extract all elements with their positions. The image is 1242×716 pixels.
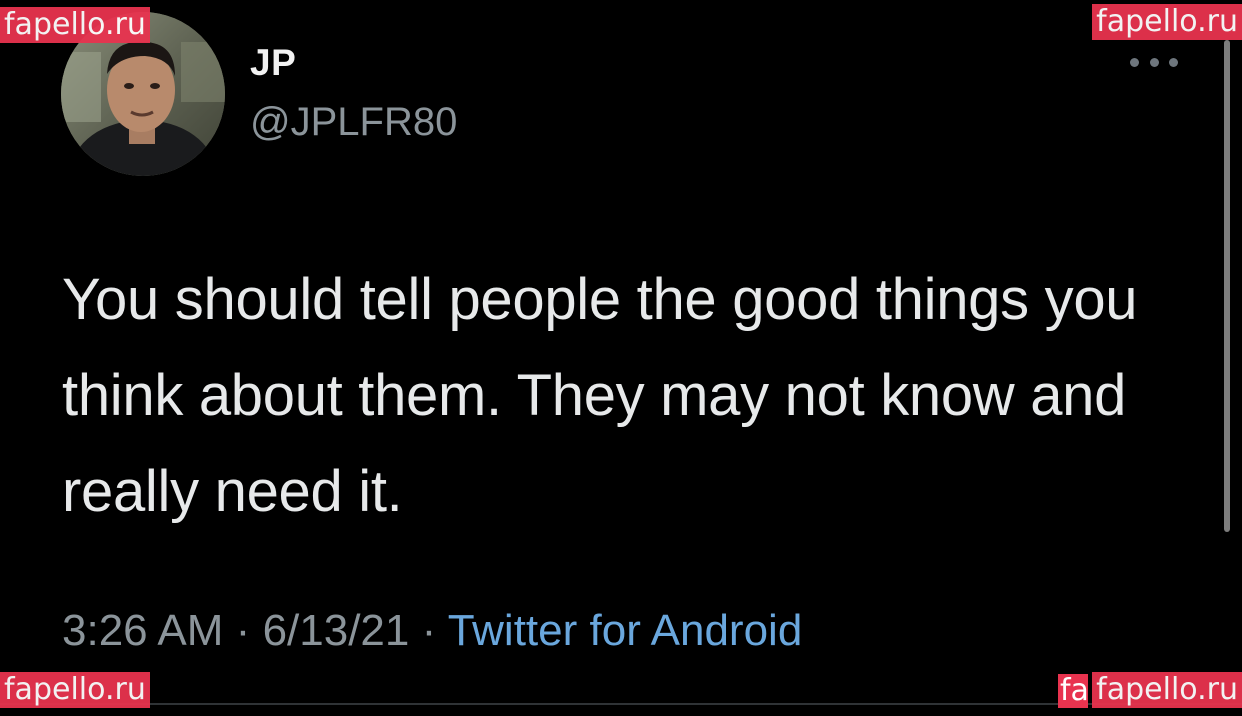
meta-separator: · bbox=[421, 606, 437, 655]
watermark-top-left: fapello.ru bbox=[0, 7, 150, 43]
tweet-time[interactable]: 3:26 AM bbox=[62, 606, 223, 655]
meta-separator: · bbox=[235, 606, 251, 655]
user-handle[interactable]: @JPLFR80 bbox=[250, 100, 457, 145]
tweet-card: JP @JPLFR80 You should tell people the g… bbox=[0, 0, 1242, 716]
more-dot bbox=[1169, 57, 1178, 67]
divider bbox=[0, 703, 1242, 705]
more-dot bbox=[1149, 57, 1159, 67]
display-name[interactable]: JP bbox=[250, 42, 296, 84]
watermark-bottom-right-partial: fa bbox=[1058, 674, 1088, 708]
tweet-text: You should tell people the good things y… bbox=[62, 267, 1138, 524]
scrollbar[interactable] bbox=[1224, 40, 1230, 532]
tweet-source-link[interactable]: Twitter for Android bbox=[448, 606, 803, 655]
more-dot bbox=[1130, 57, 1139, 67]
more-horizontal-icon[interactable] bbox=[1130, 52, 1178, 72]
tweet-date[interactable]: 6/13/21 bbox=[263, 606, 410, 655]
tweet-meta: 3:26 AM · 6/13/21 · Twitter for Android bbox=[62, 606, 802, 656]
watermark-top-right: fapello.ru bbox=[1092, 4, 1242, 40]
watermark-bottom-left: fapello.ru bbox=[0, 672, 150, 708]
watermark-bottom-right: fapello.ru bbox=[1092, 672, 1242, 708]
